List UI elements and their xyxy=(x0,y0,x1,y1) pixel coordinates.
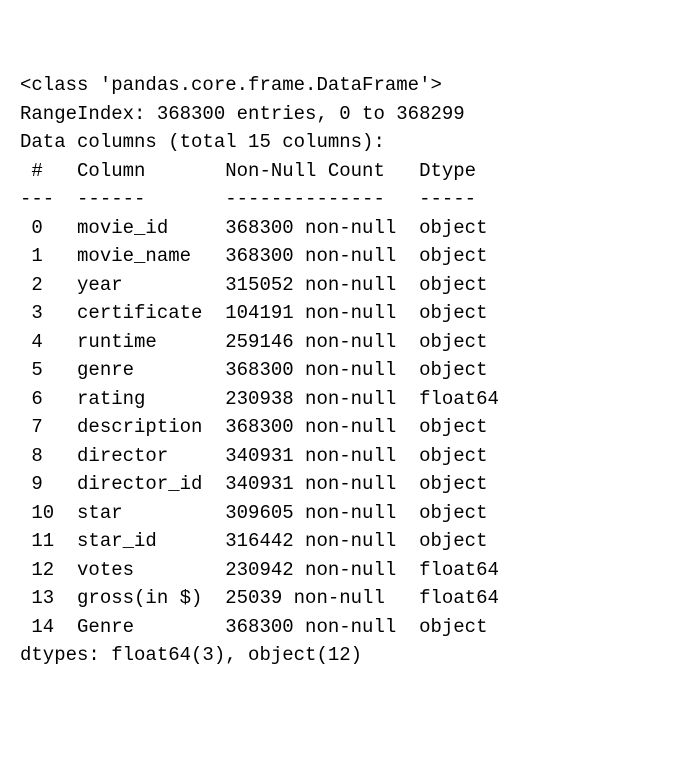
pandas-info-output: <class 'pandas.core.frame.DataFrame'> Ra… xyxy=(20,71,660,670)
